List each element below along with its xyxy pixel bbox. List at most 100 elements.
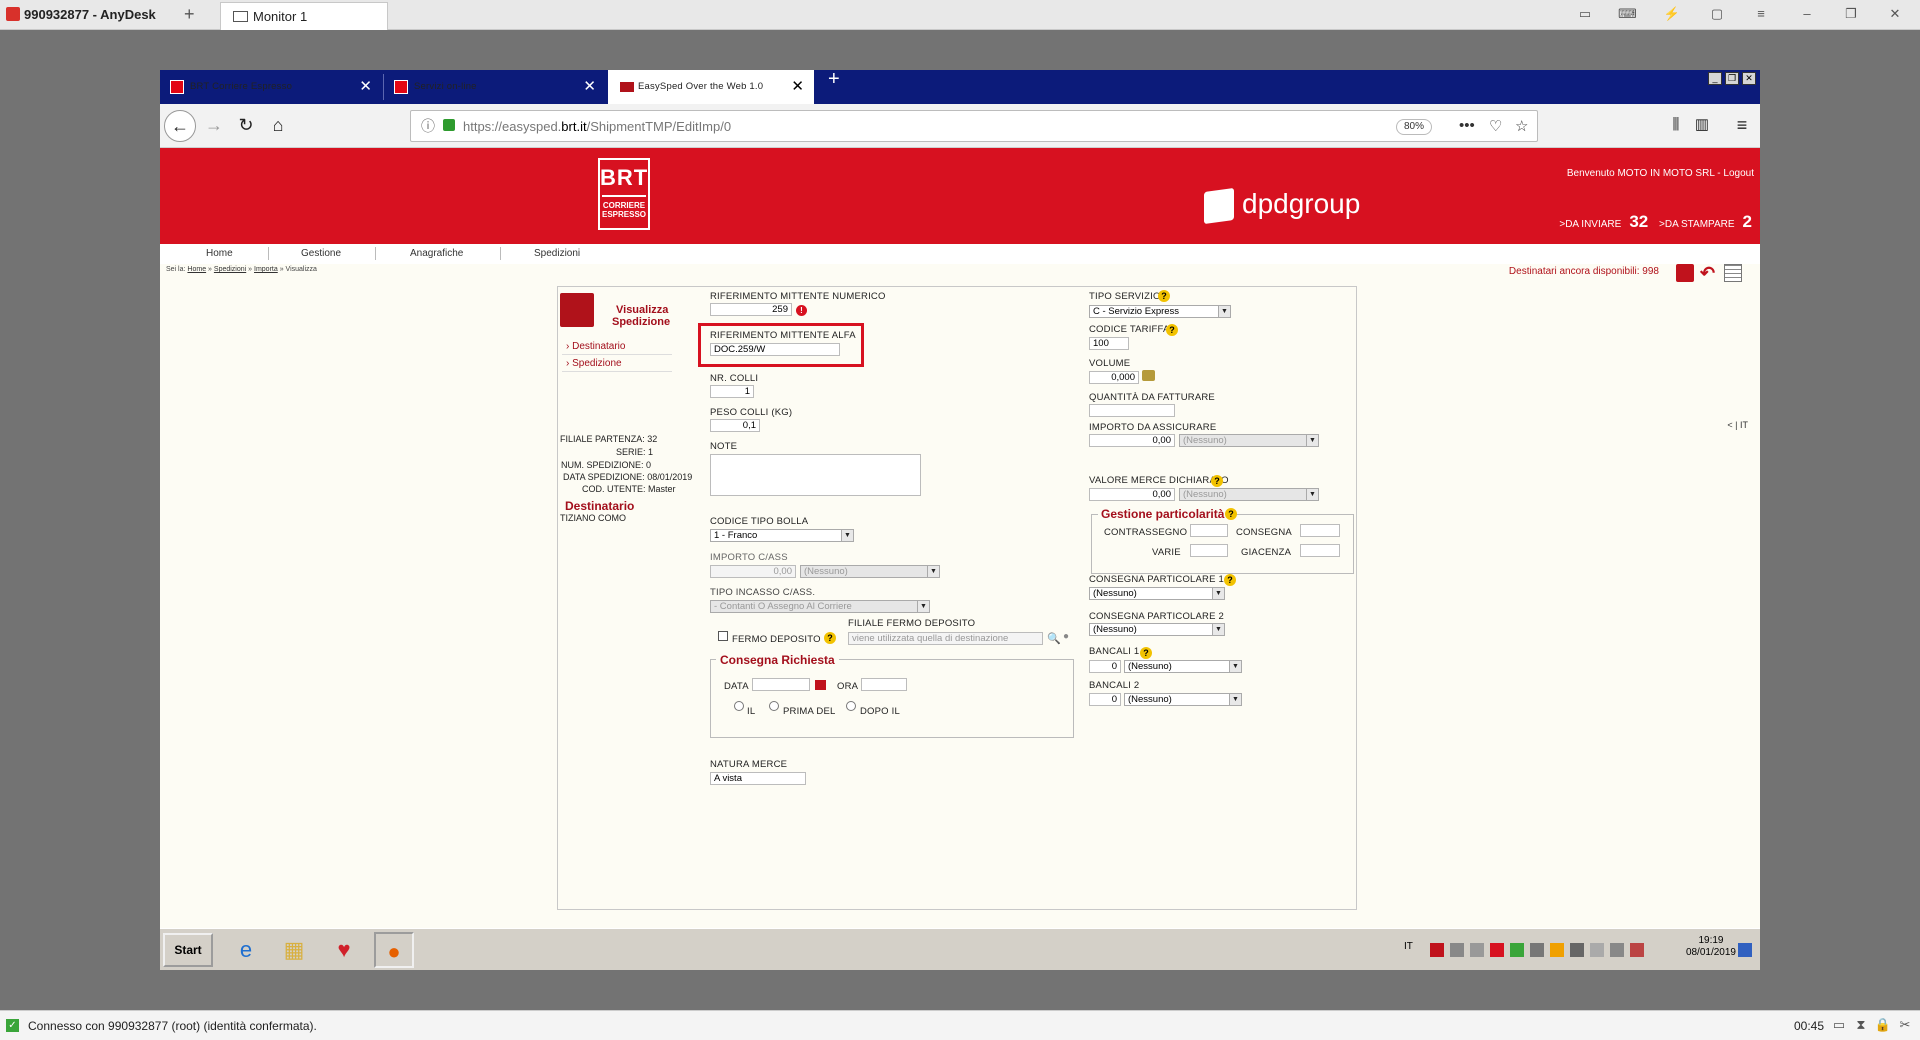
app-tray-icon[interactable] [1550, 943, 1564, 957]
valore-input[interactable]: 0,00 [1089, 488, 1175, 501]
pocket-icon[interactable]: ♡ [1489, 117, 1502, 135]
volume-calculator-icon[interactable] [1142, 370, 1155, 381]
logout-link[interactable]: Logout [1723, 168, 1754, 179]
url-bar[interactable]: ⓘ https://easysped.brt.it/ShipmentTMP/Ed… [410, 110, 1538, 142]
qta-input[interactable] [1089, 404, 1175, 417]
home-button[interactable]: ⌂ [262, 110, 294, 142]
monitor-tab[interactable]: Monitor 1 [220, 2, 388, 30]
consegna-input[interactable] [1300, 524, 1340, 537]
page-actions-icon[interactable]: ••• [1459, 117, 1475, 134]
bancali1-select[interactable]: (Nessuno) ▼ [1124, 660, 1242, 673]
disconnect-icon[interactable]: ✂ [1896, 1017, 1914, 1033]
menu-spedizioni[interactable]: Spedizioni [534, 248, 580, 259]
radio-il[interactable] [734, 701, 744, 711]
minimize-icon[interactable]: – [1798, 6, 1816, 22]
varie-input[interactable] [1190, 544, 1228, 557]
hourglass-icon[interactable]: ⧗ [1852, 1017, 1870, 1033]
incasso-select[interactable]: - Contanti O Assegno Al Corriere ▼ [710, 600, 930, 613]
colli-input[interactable]: 1 [710, 385, 754, 398]
rif-num-input[interactable]: 259 [710, 303, 792, 316]
data-input[interactable] [752, 678, 810, 691]
filiale-fermo-input[interactable]: viene utilizzata quella di destinazione [848, 632, 1043, 645]
assic-currency-select[interactable]: (Nessuno) ▼ [1179, 434, 1319, 447]
valore-currency-select[interactable]: (Nessuno) ▼ [1179, 488, 1319, 501]
bancali2-qty-input[interactable]: 0 [1089, 693, 1121, 706]
restore-icon[interactable]: ❐ [1725, 72, 1739, 85]
close-icon[interactable]: ✕ [1742, 72, 1756, 85]
help-icon[interactable]: ? [1166, 324, 1178, 336]
help-icon[interactable]: ? [1158, 290, 1170, 302]
language-indicator[interactable]: IT [1404, 941, 1413, 952]
assic-input[interactable]: 0,00 [1089, 434, 1175, 447]
reload-button[interactable]: ↻ [230, 110, 262, 142]
volume-icon[interactable] [1470, 943, 1484, 957]
contrassegno-input[interactable] [1190, 524, 1228, 537]
bancali2-select[interactable]: (Nessuno) ▼ [1124, 693, 1242, 706]
map-pin-icon[interactable]: ● [1063, 631, 1069, 642]
anydesk-new-tab-button[interactable]: + [184, 4, 195, 25]
firefox-icon[interactable]: ● [374, 932, 414, 968]
help-icon[interactable]: ? [824, 632, 836, 644]
calendar-table-icon[interactable] [1724, 264, 1742, 282]
close-icon[interactable]: ✕ [1886, 6, 1904, 22]
keyboard-icon[interactable]: ⌨ [1618, 6, 1637, 22]
save-icon[interactable] [1676, 264, 1694, 282]
printer-icon[interactable] [1570, 943, 1584, 957]
brt-logo[interactable]: BRT CORRIERE ESPRESSO [598, 158, 650, 230]
ie-icon[interactable]: e [226, 932, 266, 968]
search-icon[interactable]: 🔍 [1047, 632, 1061, 645]
giacenza-input[interactable] [1300, 544, 1340, 557]
forward-button[interactable]: → [198, 110, 230, 142]
cass-currency-select[interactable]: (Nessuno) ▼ [800, 565, 940, 578]
tools-icon[interactable] [1530, 943, 1544, 957]
close-tab-icon[interactable]: ✕ [791, 77, 804, 95]
tab-brt[interactable]: BRT Corriere Espresso ✕ [160, 70, 382, 104]
breadcrumb-home[interactable]: Home [187, 266, 206, 273]
natura-input[interactable]: A vista [710, 772, 806, 785]
menu-gestione[interactable]: Gestione [301, 248, 341, 259]
breadcrumb-spedizioni[interactable]: Spedizioni [214, 266, 246, 273]
radio-prima[interactable] [769, 701, 779, 711]
help-icon[interactable]: ? [1211, 475, 1223, 487]
da-stampare-link[interactable]: >DA STAMPARE 2 [1659, 212, 1752, 231]
fermo-checkbox[interactable] [718, 631, 728, 641]
cass-input[interactable]: 0,00 [710, 565, 796, 578]
menu-home[interactable]: Home [206, 248, 233, 259]
minimize-icon[interactable]: _ [1708, 72, 1722, 85]
note-textarea[interactable] [710, 454, 921, 496]
display-icon[interactable]: ▢ [1708, 6, 1726, 22]
start-button[interactable]: Start [163, 933, 213, 967]
bolla-select[interactable]: 1 - Franco ▼ [710, 529, 854, 542]
clock[interactable]: 19:19 08/01/2019 [1686, 935, 1736, 959]
zoom-indicator[interactable]: 80% [1396, 119, 1432, 135]
restore-icon[interactable]: ❐ [1842, 6, 1860, 22]
sidebar-icon[interactable]: ▥ [1686, 110, 1718, 142]
network-icon[interactable] [1450, 943, 1464, 957]
breadcrumb-importa[interactable]: Importa [254, 266, 278, 273]
chat-icon[interactable]: ▭ [1830, 1017, 1848, 1033]
cons-part2-select[interactable]: (Nessuno) ▼ [1089, 623, 1225, 636]
volume-input[interactable]: 0,000 [1089, 371, 1139, 384]
servizio-select[interactable]: C - Servizio Express ▼ [1089, 305, 1231, 318]
help-icon[interactable]: ? [1225, 508, 1237, 520]
explorer-icon[interactable]: ▦ [274, 932, 314, 968]
bancali1-qty-input[interactable]: 0 [1089, 660, 1121, 673]
sidebar-link-spedizione[interactable]: › Spedizione [566, 358, 622, 369]
back-button[interactable]: ← [164, 110, 196, 142]
shield-icon[interactable] [1430, 943, 1444, 957]
tab-servizi[interactable]: Servizi on-line ✕ [384, 70, 606, 104]
url-text[interactable]: https://easysped.brt.it/ShipmentTMP/Edit… [463, 119, 731, 134]
radio-dopo[interactable] [846, 701, 856, 711]
help-icon[interactable]: ? [1224, 574, 1236, 586]
info-icon[interactable]: ⓘ [421, 116, 435, 136]
lock-icon[interactable]: 🔒 [1874, 1017, 1892, 1033]
close-tab-icon[interactable]: ✕ [359, 77, 372, 95]
rif-alfa-input[interactable]: DOC.259/W [710, 343, 840, 356]
chat-icon[interactable]: ▭ [1576, 6, 1594, 22]
undo-icon[interactable]: ↶ [1700, 264, 1718, 282]
usb-icon[interactable] [1610, 943, 1624, 957]
menu-icon[interactable]: ≡ [1752, 6, 1770, 22]
new-tab-button[interactable]: + [828, 68, 854, 102]
actions-icon[interactable]: ⚡ [1663, 6, 1681, 22]
calendar-icon[interactable] [815, 680, 826, 690]
